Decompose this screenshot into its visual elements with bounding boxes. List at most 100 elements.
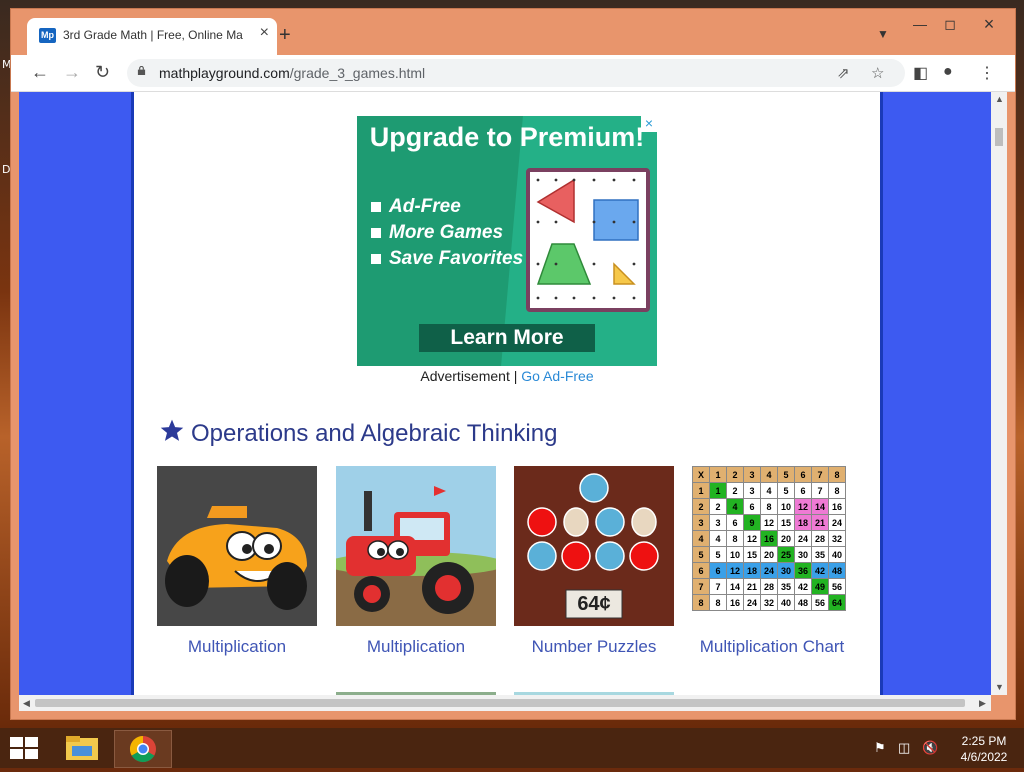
table-cell: 4 [760, 466, 778, 483]
table-cell: 2 [726, 466, 744, 483]
new-tab-button[interactable]: + [279, 25, 291, 45]
table-cell: 9 [743, 514, 761, 531]
table-cell: 30 [794, 546, 812, 563]
close-window-button[interactable]: × [963, 11, 1015, 37]
tractor-thumbnail [336, 466, 496, 626]
flag-icon[interactable]: ⚑ [874, 740, 886, 756]
volume-muted-icon[interactable]: 🔇 [922, 740, 938, 756]
learn-more-button[interactable]: Learn More [419, 324, 595, 352]
file-explorer-icon[interactable] [54, 730, 110, 766]
taskbar: ⚑ ◫ 🔇 2:25 PM 4/6/2022 [0, 728, 1024, 768]
table-cell: 5 [692, 546, 710, 563]
url-domain: mathplayground.com [159, 65, 290, 81]
multiplication-chart-thumbnail: X 1 2 3 4 5 6 7 8 1 1 2 3 4 5 6 7 8 2 2 4 6 8 10 12 14 16 3 3 6 9 12 15 1… [692, 466, 852, 626]
maximize-button[interactable]: ◻ [933, 11, 967, 37]
table-cell: 8 [760, 498, 778, 515]
scroll-right-icon[interactable]: ▶ [979, 698, 986, 709]
game-card[interactable]: Multiplication [157, 466, 317, 657]
network-icon[interactable]: ◫ [898, 740, 910, 756]
table-cell: 16 [828, 498, 846, 515]
ad-bullet: Save Favorites [371, 248, 523, 270]
scroll-up-icon[interactable]: ▲ [995, 94, 1004, 104]
profile-avatar-icon[interactable]: ● [943, 63, 953, 81]
table-cell: 16 [726, 594, 744, 611]
table-cell: 24 [794, 530, 812, 547]
table-cell: 7 [811, 466, 829, 483]
scroll-left-icon[interactable]: ◀ [23, 698, 30, 709]
table-cell: 5 [777, 466, 795, 483]
table-cell: 21 [743, 578, 761, 595]
back-arrow-icon[interactable]: ← [31, 61, 49, 83]
price-label: 64¢ [577, 593, 611, 615]
game-card[interactable]: 64¢ Number Puzzles [514, 466, 674, 657]
ad-title: Upgrade to Premium! [369, 122, 645, 152]
premium-ad-banner[interactable]: × Upgrade to Premium! Ad-Free More Games… [357, 116, 657, 366]
forward-arrow-icon[interactable]: → [63, 61, 81, 83]
table-cell: X [692, 466, 710, 483]
game-card[interactable]: X 1 2 3 4 5 6 7 8 1 1 2 3 4 5 6 7 8 2 2 4 6 8 10 12 14 16 3 3 6 9 12 15 1… [692, 466, 852, 657]
favicon-icon: Mp [39, 28, 56, 43]
ad-bullet-list: Ad-Free More Games Save Favorites [371, 196, 523, 274]
browser-window: Mp 3rd Grade Math | Free, Online Math Ga… [10, 8, 1016, 720]
table-cell: 8 [709, 594, 727, 611]
card-label[interactable]: Multiplication [336, 637, 496, 657]
reload-icon[interactable]: ↻ [95, 61, 110, 83]
browser-tab[interactable]: Mp 3rd Grade Math | Free, Online Math Ga… [27, 18, 277, 55]
number-puzzle-thumbnail: 64¢ [514, 466, 674, 626]
table-cell: 3 [692, 514, 710, 531]
table-cell: 5 [709, 546, 727, 563]
star-icon [160, 419, 184, 441]
bookmark-star-icon[interactable]: ☆ [871, 64, 884, 82]
horizontal-scrollbar[interactable]: ◀ ▶ [19, 695, 991, 711]
table-cell: 49 [811, 578, 829, 595]
tab-search-chevron-icon[interactable]: ▼ [877, 27, 889, 41]
table-cell: 8 [828, 466, 846, 483]
horizontal-scroll-thumb[interactable] [35, 699, 965, 707]
chrome-taskbar-icon[interactable] [114, 730, 172, 768]
title-bar: Mp 3rd Grade Math | Free, Online Math Ga… [11, 9, 1015, 55]
address-bar[interactable]: mathplayground.com/grade_3_games.html ⇗ … [127, 59, 905, 87]
side-panel-icon[interactable]: ◧ [913, 63, 928, 83]
section-heading: Operations and Algebraic Thinking [159, 418, 557, 448]
go-ad-free-link[interactable]: Go Ad-Free [521, 368, 593, 384]
page-content: × Upgrade to Premium! Ad-Free More Games… [131, 92, 883, 695]
table-cell: 6 [692, 562, 710, 579]
table-cell: 40 [777, 594, 795, 611]
table-cell: 42 [811, 562, 829, 579]
windows-start-icon[interactable] [10, 737, 38, 759]
table-cell: 35 [777, 578, 795, 595]
minimize-button[interactable]: — [903, 11, 937, 37]
table-cell: 56 [811, 594, 829, 611]
tab-close-icon[interactable]: × [260, 24, 269, 42]
scroll-down-icon[interactable]: ▼ [995, 682, 1004, 692]
table-cell: 10 [777, 498, 795, 515]
table-cell: 4 [726, 498, 744, 515]
ad-caption: Advertisement | Go Ad-Free [420, 368, 594, 384]
table-cell: 56 [828, 578, 846, 595]
table-cell: 20 [777, 530, 795, 547]
game-card[interactable]: Multiplication [336, 466, 496, 657]
clock-time: 2:25 PM [961, 734, 1007, 748]
table-cell: 12 [760, 514, 778, 531]
system-clock[interactable]: 2:25 PM 4/6/2022 [952, 733, 1016, 765]
table-cell: 15 [777, 514, 795, 531]
card-label[interactable]: Number Puzzles [514, 637, 674, 657]
vertical-scrollbar[interactable]: ▲ ▼ [991, 92, 1007, 695]
table-cell: 4 [760, 482, 778, 499]
table-cell: 18 [743, 562, 761, 579]
ad-bullet: Ad-Free [371, 196, 523, 218]
table-cell: 14 [726, 578, 744, 595]
table-cell: 25 [777, 546, 795, 563]
table-cell: 1 [709, 466, 727, 483]
card-label[interactable]: Multiplication Chart [692, 637, 852, 657]
table-cell: 36 [794, 562, 812, 579]
share-icon[interactable]: ⇗ [837, 64, 850, 82]
table-cell: 24 [743, 594, 761, 611]
card-label[interactable]: Multiplication [157, 637, 317, 657]
vertical-scroll-thumb[interactable] [995, 128, 1003, 146]
table-cell: 7 [811, 482, 829, 499]
menu-kebab-icon[interactable]: ⋮ [979, 63, 995, 83]
table-cell: 2 [692, 498, 710, 515]
table-cell: 18 [794, 514, 812, 531]
table-cell: 30 [777, 562, 795, 579]
